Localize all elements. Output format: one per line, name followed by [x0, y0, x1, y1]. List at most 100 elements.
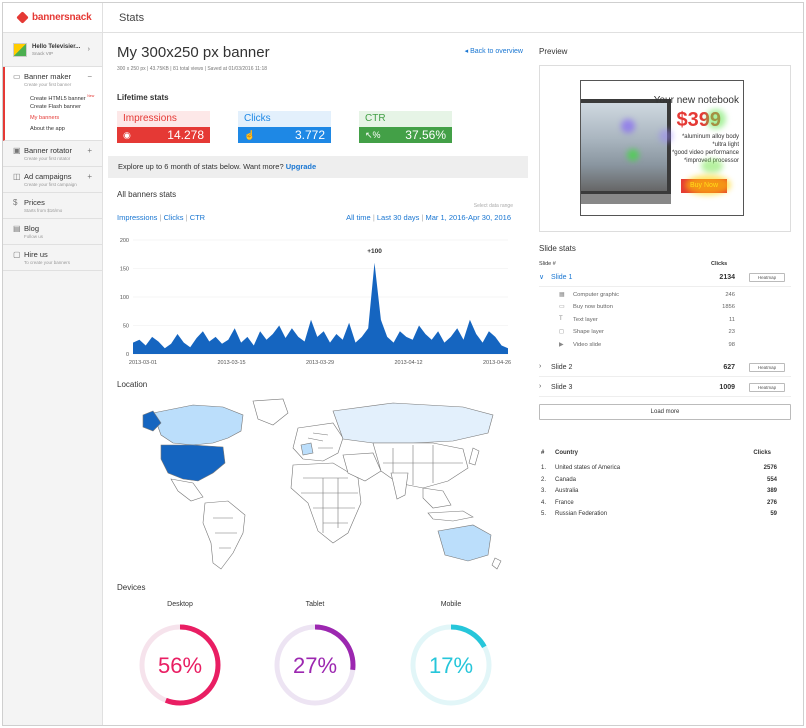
tab-clicks[interactable]: Clicks [164, 213, 184, 222]
avatar [13, 42, 27, 57]
banner-icon: ▭ [13, 72, 21, 81]
stats-chart: 0 50 100 150 200 +100 2013-03-01 2013-03-15 2013… [120, 238, 511, 366]
layer-row: T Text layer 11 [539, 314, 791, 326]
stat-clicks: Clicks ☝ 3.772 [238, 111, 331, 145]
right-panel: Preview Your new notebook $399 *aluminum… [533, 33, 803, 725]
heatmap-button[interactable]: Heatmap [749, 273, 785, 282]
sidebar-item-desc: Create your first banner [24, 82, 72, 87]
sidebar-item-banner-maker[interactable]: ▭ Banner maker − Create your first banner… [3, 67, 102, 141]
map-mexico [170, 478, 204, 502]
donut-value: 56% [158, 653, 202, 678]
country-name: France [555, 499, 574, 506]
sidebar-item-ad-campaigns[interactable]: ◫ Ad campaigns + Create your first campai… [3, 167, 102, 193]
eye-icon: ◉ [123, 130, 131, 140]
sidebar-item-label: Hire us [24, 250, 48, 259]
sidebar-item-label: Prices [24, 198, 45, 207]
subnav-about-app[interactable]: About the app [30, 124, 102, 135]
country-row: 2. Canada 554 [539, 477, 791, 489]
layer-name: Text layer [573, 316, 598, 323]
country-clicks: 389 [766, 488, 777, 495]
map-africa [290, 462, 362, 544]
donut-chart: 17% [410, 624, 492, 706]
upgrade-link[interactable]: Upgrade [286, 162, 316, 171]
layer-row: ◻ Shape layer 23 [539, 326, 791, 338]
slide-clicks: 1009 [719, 384, 735, 391]
banner-meta: 300 x 250 px | 43.75KB | 81 total views … [117, 66, 268, 72]
slide-row[interactable]: ∨ Slide 1 2134 Heatmap [539, 269, 791, 287]
subnav-my-banners[interactable]: My banners [30, 113, 102, 124]
heatmap-button[interactable]: Heatmap [749, 363, 785, 372]
country-rank: 2. [541, 476, 547, 483]
range-tabs: All time | Last 30 days | Mar 1, 2016-Ap… [346, 213, 511, 222]
slide-name: Slide 2 [551, 364, 573, 371]
sidebar-item-blog[interactable]: ▤ Blog Follow us [3, 219, 102, 245]
slide-row[interactable]: › Slide 3 1009 Heatmap [539, 379, 791, 397]
sidebar-item-hire-us[interactable]: ▢ Hire us To create your banners [3, 245, 102, 271]
sidebar-item-label: Ad campaigns [24, 172, 72, 181]
sidebar: bannersnack Hello Televisier... Snack VI… [3, 3, 103, 725]
load-more-button[interactable]: Load more [539, 404, 791, 420]
map-southeast-asia [422, 487, 452, 509]
blog-icon: ▤ [13, 224, 21, 233]
tab-ctr[interactable]: CTR [190, 213, 205, 222]
country-rank: 3. [541, 488, 547, 495]
stat-label: Clicks [238, 111, 331, 127]
country-rank: 1. [541, 465, 547, 471]
image-icon: ▦ [559, 292, 565, 298]
layer-row: ▭ Buy now button 1856 [539, 301, 791, 313]
col-num: # [541, 450, 545, 456]
hire-icon: ▢ [13, 250, 21, 259]
preview-title: Preview [539, 47, 568, 56]
sidebar-item-prices[interactable]: $ Prices Starts from $16/mo [3, 193, 102, 219]
col-clicks: Clicks [753, 450, 771, 456]
tab-impressions[interactable]: Impressions [117, 213, 157, 222]
country-row: 1. United states of America 2576 [539, 465, 791, 477]
stat-ctr: CTR ↖% 37.56% [359, 111, 452, 145]
plus-icon[interactable]: + [87, 146, 92, 155]
heatmap-spot [659, 129, 673, 143]
x-tick-label: 2013-03-29 [306, 360, 334, 366]
logo-icon [16, 11, 29, 24]
device-mobile: Mobile 17% [401, 601, 501, 720]
subnav-create-flash[interactable]: Create Flash banner [30, 102, 102, 113]
country-clicks: 2576 [763, 465, 777, 471]
range-last-30[interactable]: Last 30 days [377, 213, 420, 222]
country-name: Canada [555, 476, 577, 483]
country-rank: 5. [541, 511, 547, 518]
shape-icon: ◻ [559, 329, 564, 336]
x-tick-label: 2013-03-01 [129, 360, 157, 366]
layer-name: Computer graphic [573, 292, 620, 298]
sidebar-item-banner-rotator[interactable]: ▣ Banner rotator + Create your first rota… [3, 141, 102, 167]
preview-box: Your new notebook $399 *aluminum alloy b… [539, 65, 791, 232]
layer-name: Buy now button [573, 304, 613, 311]
dollar-icon: $ [13, 198, 18, 207]
logo[interactable]: bannersnack [3, 3, 102, 33]
back-link[interactable]: ◂ Back to overview [465, 47, 523, 55]
user-menu[interactable]: Hello Televisier... Snack VIP › [3, 33, 102, 67]
stat-impressions: Impressions ◉ 14.278 [117, 111, 210, 145]
plus-icon[interactable]: + [87, 172, 92, 181]
slide-row[interactable]: › Slide 2 627 Heatmap [539, 359, 791, 377]
subnav-create-html5[interactable]: Create HTML5 banner New [30, 91, 102, 102]
sidebar-item-desc: To create your banners [24, 260, 71, 265]
range-custom[interactable]: Mar 1, 2016-Apr 30, 2016 [426, 213, 511, 222]
collapse-icon[interactable]: − [87, 72, 92, 81]
banner-preview[interactable]: Your new notebook $399 *aluminum alloy b… [580, 80, 744, 216]
sidebar-item-desc: Create your first rotator [24, 156, 71, 161]
chevron-right-icon: › [539, 363, 542, 370]
heatmap-button[interactable]: Heatmap [749, 383, 785, 392]
banner-feature: *ultra light [712, 142, 739, 148]
video-icon: ▶ [559, 341, 564, 348]
campaign-icon: ◫ [13, 172, 21, 181]
all-banners-title: All banners stats [117, 190, 177, 199]
col-country: Country [555, 450, 578, 456]
stat-value: 14.278 [167, 128, 204, 142]
upgrade-banner: Explore up to 6 month of stats below. Wa… [108, 156, 528, 178]
banner-headline: Your new notebook [653, 95, 739, 106]
map-usa [160, 444, 226, 482]
back-link-label: Back to overview [470, 48, 523, 55]
layer-value: 246 [725, 292, 735, 298]
range-all-time[interactable]: All time [346, 213, 371, 222]
country-row: 5. Russian Federation 59 [539, 511, 791, 523]
button-icon: ▭ [559, 304, 565, 311]
